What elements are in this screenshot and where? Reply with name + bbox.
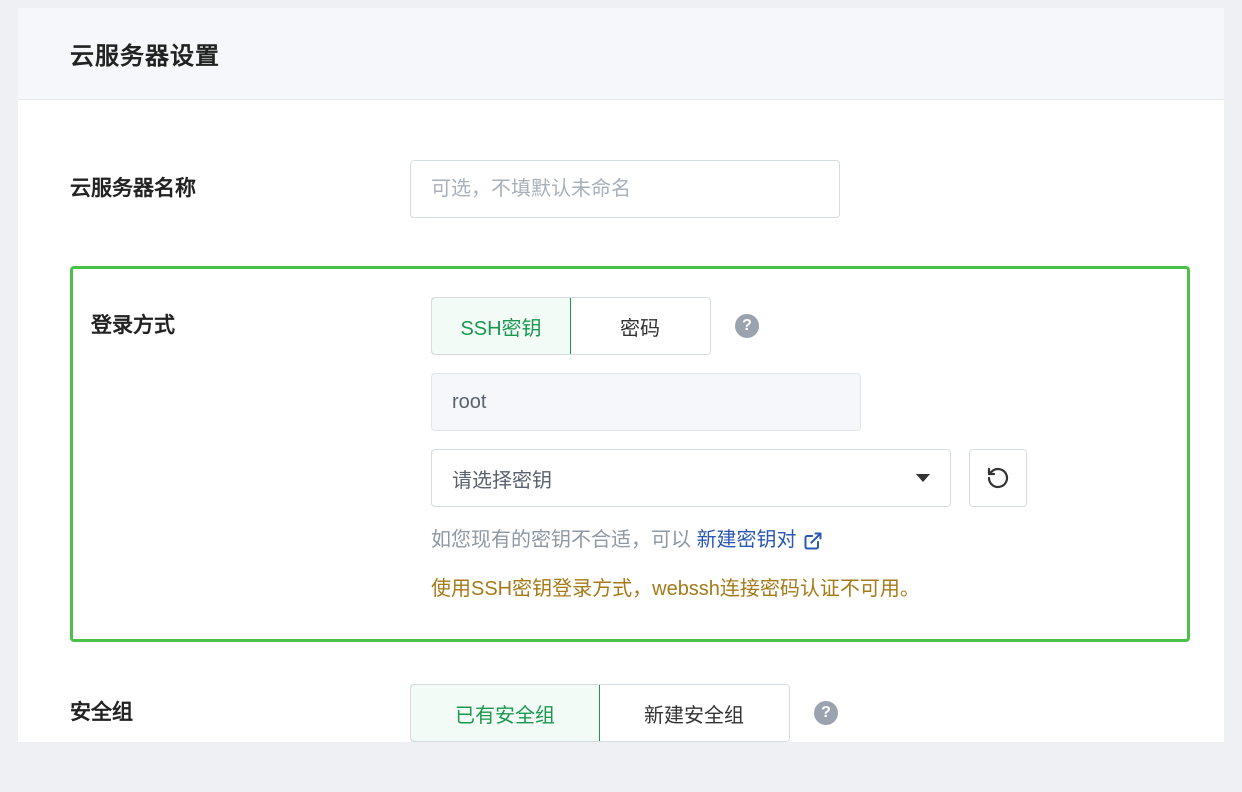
login-method-password[interactable]: 密码 [570,298,710,354]
refresh-button[interactable] [969,449,1027,507]
security-group-label: 安全组 [70,684,410,726]
username-field: root [431,373,861,431]
security-group-existing[interactable]: 已有安全组 [410,684,600,742]
chevron-down-icon [916,474,930,482]
login-method-section: 登录方式 SSH密钥 密码 ? root [70,266,1190,642]
login-method-ssh-key[interactable]: SSH密钥 [431,297,571,355]
external-link-icon [803,525,823,555]
security-group-row: 安全组 已有安全组 新建安全组 ? [70,684,1190,742]
ssh-key-select[interactable]: 请选择密钥 [431,449,951,507]
security-group-toggle: 已有安全组 新建安全组 [410,684,790,742]
help-icon[interactable]: ? [735,314,759,338]
login-method-label: 登录方式 [91,297,431,339]
page-title: 云服务器设置 [70,36,1224,71]
server-name-input[interactable] [410,160,840,218]
key-hint: 如您现有的密钥不合适，可以 新建密钥对 [431,525,1169,555]
server-name-row: 云服务器名称 [70,160,1190,218]
settings-header: 云服务器设置 [18,8,1224,100]
refresh-icon [986,466,1010,490]
server-name-label: 云服务器名称 [70,160,410,202]
username-value: root [452,391,486,414]
security-group-create-new[interactable]: 新建安全组 [599,685,789,741]
ssh-warning: 使用SSH密钥登录方式，webssh连接密码认证不可用。 [431,573,1169,605]
create-keypair-link[interactable]: 新建密钥对 [697,525,823,555]
login-method-toggle: SSH密钥 密码 [431,297,711,355]
ssh-key-placeholder: 请选择密钥 [452,464,552,493]
help-icon[interactable]: ? [814,701,838,725]
create-keypair-link-text: 新建密钥对 [697,525,797,555]
key-hint-prefix: 如您现有的密钥不合适，可以 [431,529,697,551]
